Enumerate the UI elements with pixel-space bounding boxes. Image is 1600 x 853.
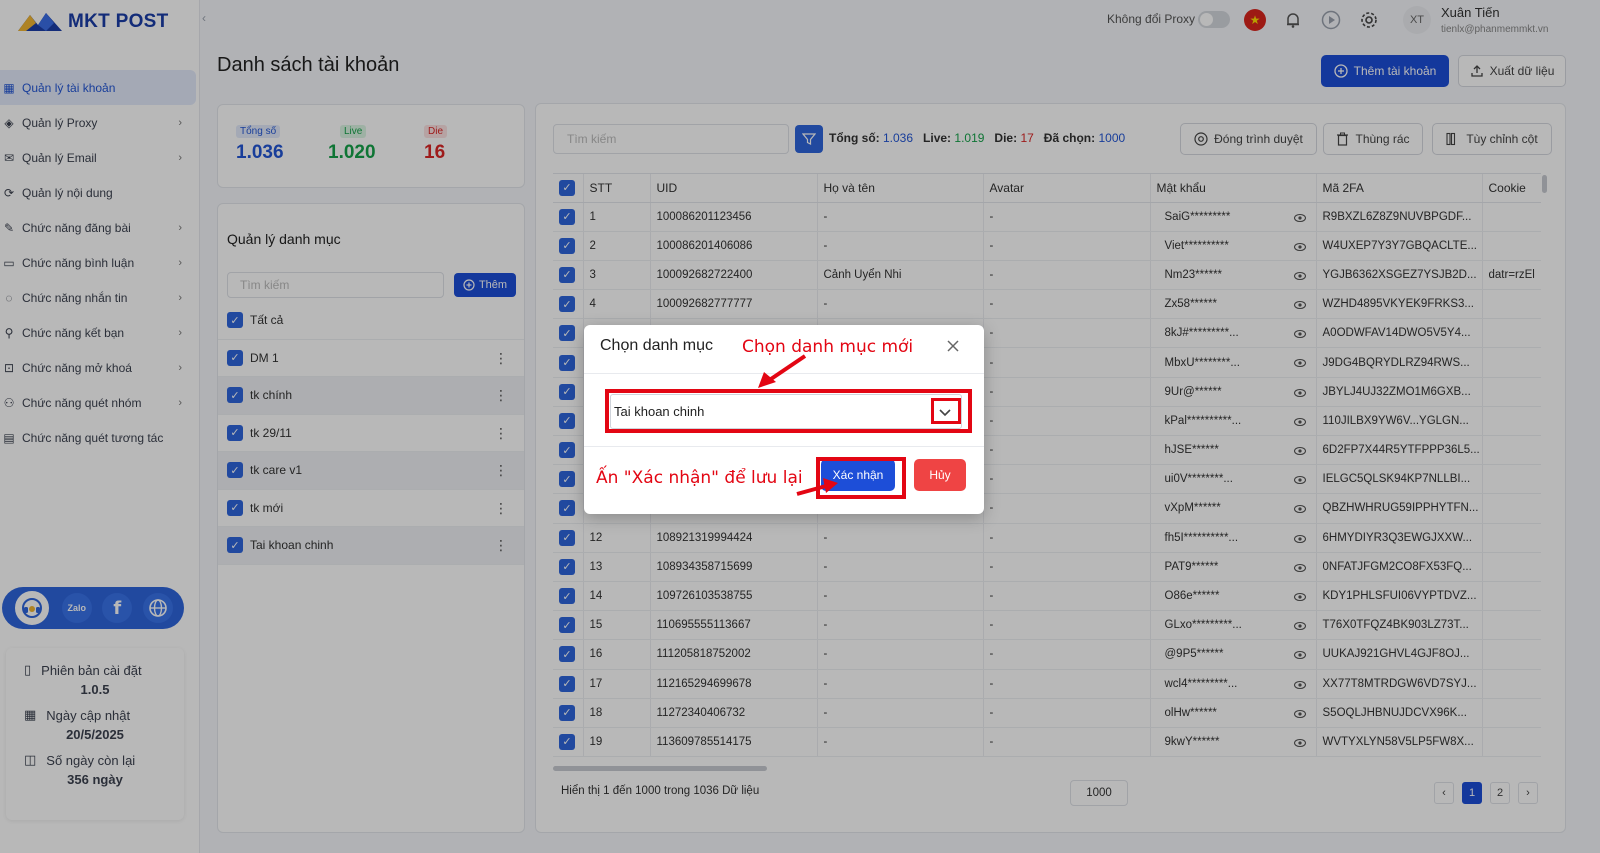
annotation-box-chevron — [931, 398, 961, 424]
annotation-box-confirm — [816, 457, 906, 499]
close-icon[interactable] — [945, 338, 961, 354]
dialog-divider-bottom — [584, 446, 984, 447]
annotation-confirm-hint: Ấn "Xác nhận" để lưu lại — [596, 468, 803, 488]
annotation-select-hint: Chọn danh mục mới — [742, 337, 914, 357]
dialog-divider-top — [584, 373, 984, 374]
cancel-button[interactable]: Hủy — [914, 459, 966, 491]
dialog-title: Chọn danh mục — [600, 337, 713, 354]
annotation-box-select — [605, 389, 972, 433]
